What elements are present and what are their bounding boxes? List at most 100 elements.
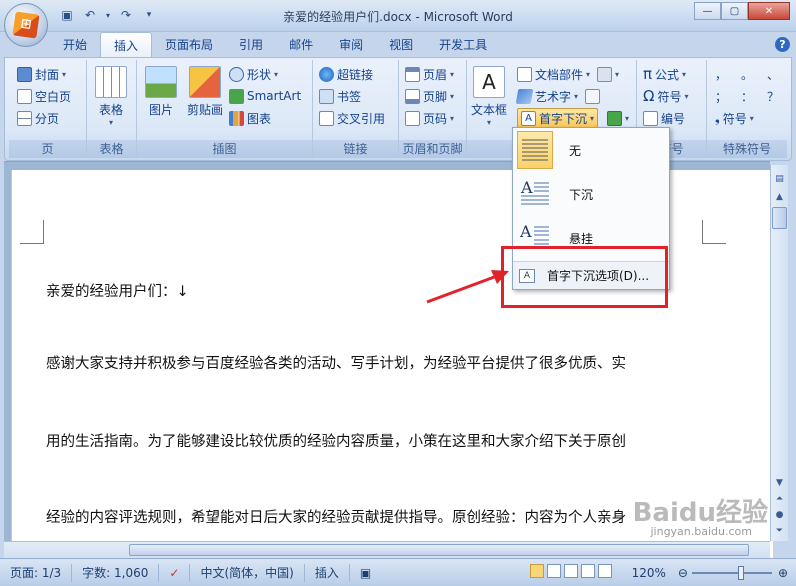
textbox-icon: A	[473, 66, 505, 98]
title-bar: ⊞ ▣ ↶ ▾ ↷ ▾ 亲爱的经验用户们.docx - Microsoft Wo…	[0, 0, 796, 47]
page-number-button[interactable]: 页码 ▾	[405, 108, 454, 128]
ribbon-tabs: 开始 插入 页面布局 引用 邮件 审阅 视图 开发工具	[50, 32, 500, 57]
draft-icon[interactable]	[597, 563, 612, 578]
help-icon[interactable]: ?	[775, 37, 790, 52]
status-words[interactable]: 字数: 1,060	[72, 563, 160, 582]
wordart-button[interactable]: 艺术字 ▾	[515, 86, 601, 106]
scroll-down-icon[interactable]: ▼	[771, 475, 788, 491]
watermark-logo: Baidu经验	[632, 498, 768, 528]
scroll-up-icon[interactable]: ▲	[771, 189, 788, 205]
dropcap-option-none[interactable]: 无	[515, 130, 667, 170]
browse-object-icon[interactable]: ●	[771, 507, 788, 523]
horizontal-scrollbar[interactable]	[4, 541, 770, 558]
previous-page-icon[interactable]: ⏶	[771, 491, 788, 507]
smartart-button[interactable]: SmartArt	[229, 86, 301, 106]
quick-parts-button[interactable]: 文档部件 ▾ ▾	[517, 64, 619, 84]
special-chars-row-2: ； ： ？	[715, 86, 779, 106]
special-chars-row-1: ， 。 、	[715, 64, 779, 84]
special-char[interactable]: 、	[767, 66, 779, 83]
zoom-slider-thumb[interactable]	[737, 565, 744, 580]
minimize-button[interactable]: —	[694, 2, 721, 20]
next-page-icon[interactable]: ⏷	[771, 523, 788, 539]
clipart-button[interactable]: 剪贴画	[187, 66, 223, 118]
close-button[interactable]: ✕	[748, 2, 790, 20]
tab-references[interactable]: 引用	[226, 32, 276, 57]
table-icon	[95, 66, 127, 98]
tab-page-layout[interactable]: 页面布局	[152, 32, 226, 57]
zoom-out-icon[interactable]: ⊖	[676, 564, 690, 582]
full-screen-reading-icon[interactable]	[546, 563, 561, 578]
outline-icon[interactable]	[580, 563, 595, 578]
document-line: 感谢大家支持并积极参与百度经验各类的活动、写手计划，为经验平台提供了很多优质、实	[46, 356, 626, 372]
status-mode[interactable]: 插入	[305, 563, 350, 582]
quick-parts-icon	[517, 66, 532, 82]
equation-button[interactable]: π 公式 ▾	[643, 64, 686, 84]
group-links: 超链接 书签 交叉引用 链接	[313, 60, 399, 158]
zoom-slider[interactable]	[691, 565, 772, 580]
special-char[interactable]: ；	[715, 88, 727, 105]
cross-reference-button[interactable]: 交叉引用	[319, 108, 385, 128]
cover-page-button[interactable]: 封面 ▾	[17, 64, 66, 84]
margin-corner-top-left	[20, 220, 44, 244]
tab-review[interactable]: 审阅	[326, 32, 376, 57]
tab-developer[interactable]: 开发工具	[426, 32, 500, 57]
macro-record-icon[interactable]: ▣	[350, 564, 381, 582]
print-layout-icon[interactable]	[529, 563, 544, 578]
chart-icon	[229, 110, 244, 126]
date-time-icon[interactable]	[585, 88, 601, 104]
signature-line-icon[interactable]	[597, 66, 613, 82]
table-button[interactable]: 表格 ▾	[95, 66, 127, 127]
maximize-button[interactable]: ▢	[721, 2, 748, 20]
document-line: 用的生活指南。为了能够建设比较优质的经验内容质量，小策在这里和大家介绍下关于原创	[46, 434, 626, 450]
vertical-scrollbar[interactable]: ▤ ▲ ▼ ⏶ ● ⏷	[770, 165, 788, 541]
tab-home[interactable]: 开始	[50, 32, 100, 57]
group-illustrations: 图片 剪贴画 形状 ▾ SmartArt 图表 插图	[137, 60, 313, 158]
scroll-thumb[interactable]	[772, 207, 787, 229]
footer-button[interactable]: 页脚 ▾	[405, 86, 454, 106]
tab-mailings[interactable]: 邮件	[276, 32, 326, 57]
svg-text:A: A	[520, 222, 532, 241]
special-char[interactable]: ？	[767, 88, 779, 105]
dropcap-option-label: 悬挂	[569, 231, 594, 246]
group-header-footer: 页眉 ▾ 页脚 ▾ 页码 ▾ 页眉和页脚	[399, 60, 467, 158]
special-char[interactable]: 。	[741, 66, 753, 83]
textbox-button[interactable]: A 文本框 ▾	[471, 66, 507, 127]
proofing-icon[interactable]: ✓	[159, 563, 191, 582]
status-zoom[interactable]: 120%	[622, 564, 676, 582]
special-char[interactable]: ，	[715, 66, 727, 83]
tab-view[interactable]: 视图	[376, 32, 426, 57]
document-line: 亲爱的经验用户们：↓	[46, 284, 189, 300]
watermark-url: jingyan.baidu.com	[650, 525, 752, 538]
picture-button[interactable]: 图片	[145, 66, 177, 118]
omega-icon: Ω	[643, 87, 655, 105]
horizontal-scroll-thumb[interactable]	[129, 544, 749, 556]
chart-button[interactable]: 图表	[229, 108, 271, 128]
blank-page-button[interactable]: 空白页	[17, 86, 71, 106]
dropcap-button[interactable]: A 首字下沉 ▾	[517, 108, 599, 128]
zoom-in-icon[interactable]: ⊕	[774, 564, 796, 582]
blank-page-icon	[17, 88, 32, 104]
status-page[interactable]: 页面: 1/3	[0, 563, 73, 582]
document-line: 经验的内容评选规则，希望能对日后大家的经验贡献提供指导。原创经验：内容为个人亲身	[46, 510, 626, 526]
window-title: 亲爱的经验用户们.docx - Microsoft Word	[283, 10, 513, 24]
cross-reference-icon	[319, 110, 334, 126]
status-language[interactable]: 中文(简体，中国)	[190, 563, 305, 582]
web-layout-icon[interactable]	[563, 563, 578, 578]
object-button[interactable]: ▾	[607, 108, 629, 128]
page-break-button[interactable]: 分页	[17, 108, 59, 128]
group-label-pages: 页	[9, 140, 86, 158]
special-symbol-icon: ❟	[715, 110, 720, 125]
special-symbol-button[interactable]: ❟ 符号 ▾	[715, 108, 754, 128]
ruler-toggle-icon[interactable]: ▤	[771, 171, 788, 187]
header-button[interactable]: 页眉 ▾	[405, 64, 454, 84]
office-button[interactable]: ⊞	[4, 3, 48, 47]
tab-insert[interactable]: 插入	[100, 32, 153, 57]
shapes-button[interactable]: 形状 ▾	[229, 64, 278, 84]
hyperlink-button[interactable]: 超链接	[319, 64, 373, 84]
number-button[interactable]: 编号	[643, 108, 685, 128]
bookmark-button[interactable]: 书签	[319, 86, 361, 106]
special-char[interactable]: ：	[741, 88, 753, 105]
dropcap-option-dropped[interactable]: A 下沉	[515, 174, 667, 214]
pi-icon: π	[643, 65, 653, 83]
symbol-button[interactable]: Ω 符号 ▾	[643, 86, 689, 106]
